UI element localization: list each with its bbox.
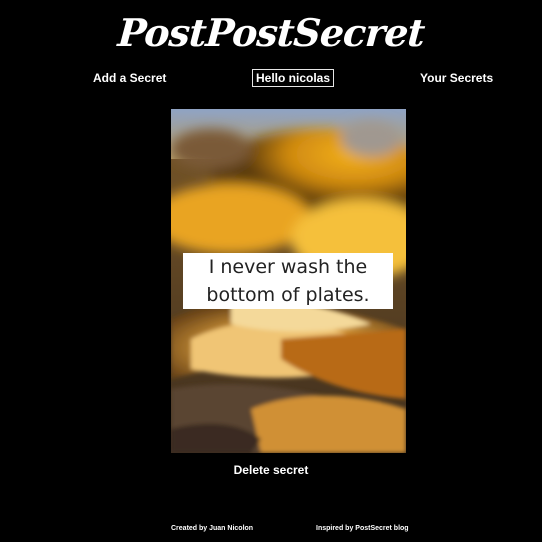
secret-text: I never wash the bottom of plates.	[183, 253, 393, 309]
footer-created-by: Created by Juan Nicolon	[171, 525, 254, 532]
delete-secret-link[interactable]: Delete secret	[0, 462, 542, 478]
hello-user-link[interactable]: Hello nicolas	[252, 69, 335, 87]
your-secrets-link[interactable]: Your Secrets	[420, 70, 493, 86]
site-logo[interactable]: PostPostSecret	[0, 6, 542, 60]
add-secret-link[interactable]: Add a Secret	[93, 70, 166, 86]
footer-inspired-by[interactable]: Inspired by PostSecret blog	[316, 524, 409, 534]
